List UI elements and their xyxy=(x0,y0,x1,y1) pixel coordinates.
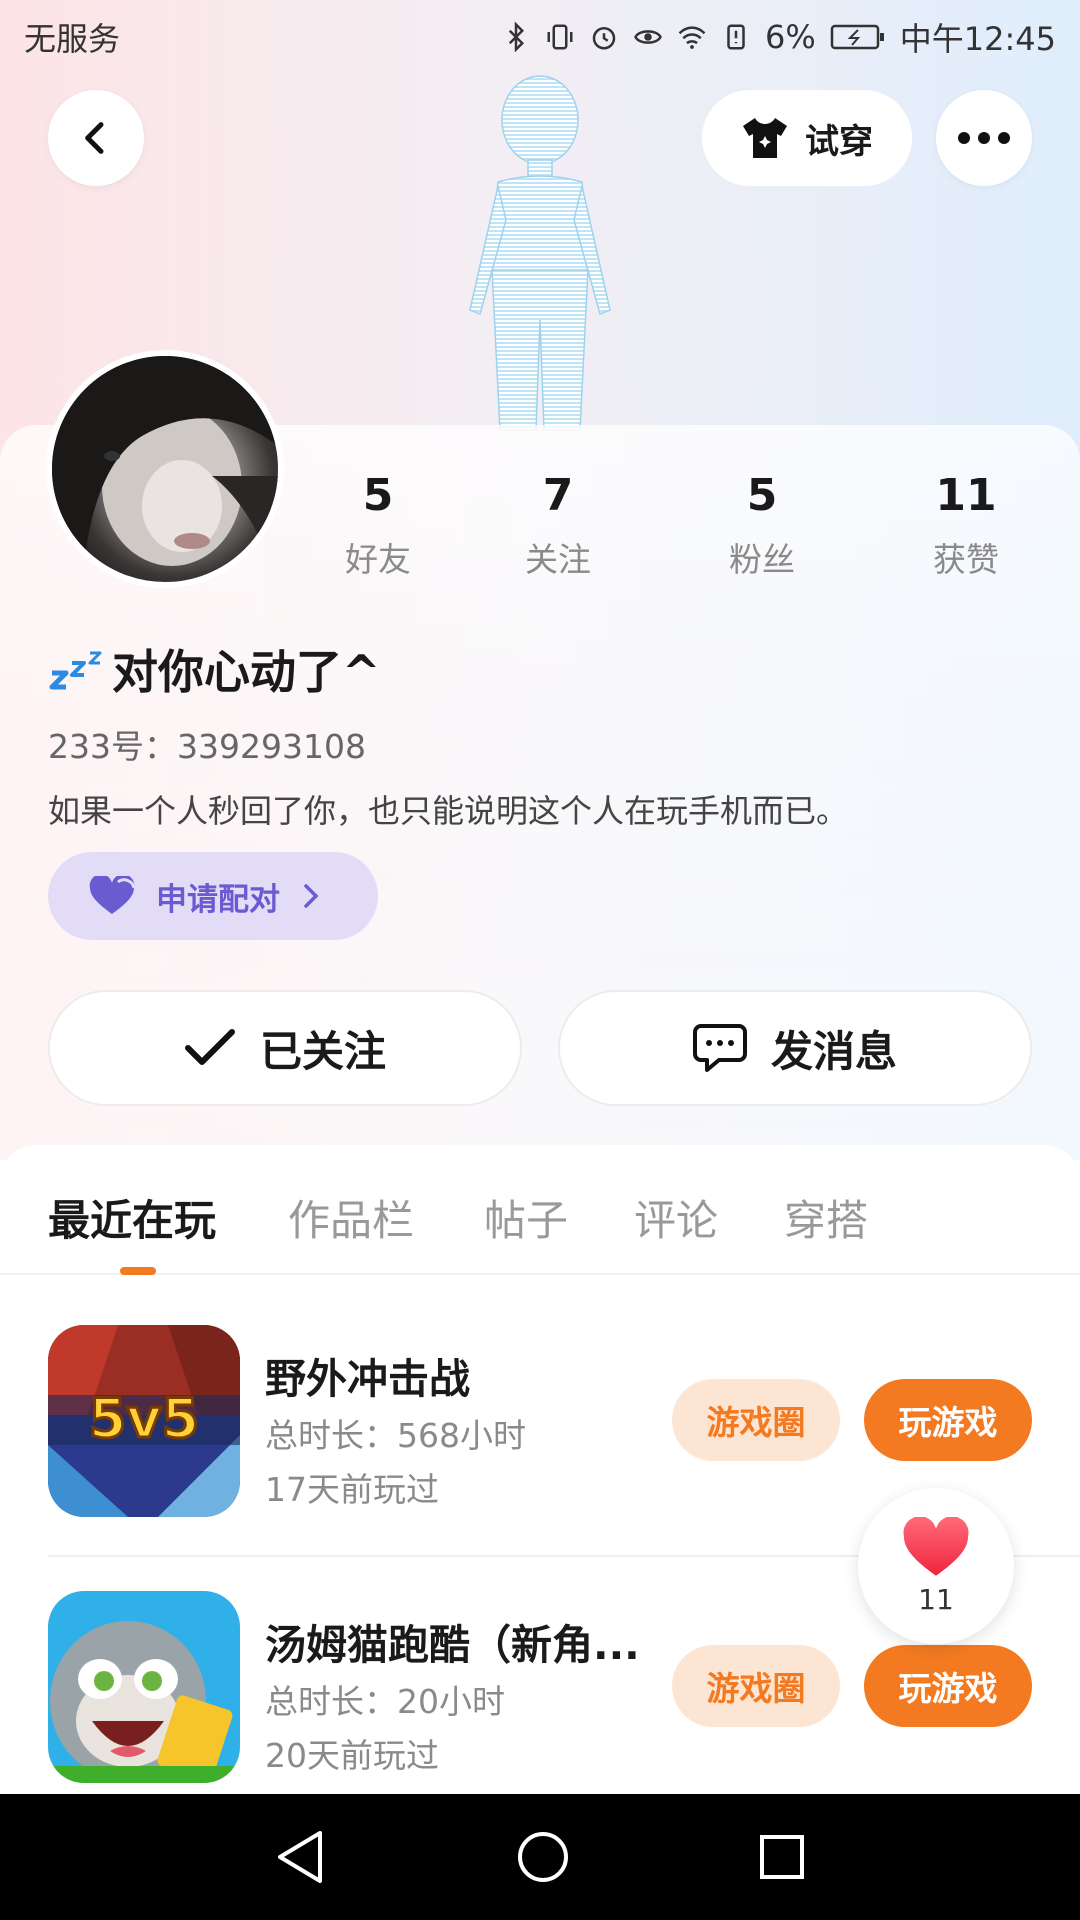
stat-label: 获赞 xyxy=(933,540,999,579)
message-button[interactable]: 发消息 xyxy=(558,990,1032,1106)
avatar-3d-figure xyxy=(469,75,611,430)
followed-button[interactable]: 已关注 xyxy=(48,990,522,1106)
stat-value: 11 xyxy=(935,470,997,521)
heart-icon xyxy=(903,1516,969,1576)
stat-fans[interactable]: 5 粉丝 xyxy=(682,470,842,581)
tab-recent-play[interactable]: 最近在玩 xyxy=(48,1187,216,1248)
stat-value: 5 xyxy=(362,470,394,521)
tab-works[interactable]: 作品栏 xyxy=(288,1187,414,1248)
stat-label: 粉丝 xyxy=(729,540,795,579)
game-icon: 5v5 xyxy=(48,1325,240,1517)
message-label: 发消息 xyxy=(770,1026,897,1076)
check-icon xyxy=(184,1029,235,1065)
tab-comments[interactable]: 评论 xyxy=(634,1187,718,1248)
bluetooth-icon xyxy=(508,22,525,52)
stat-value: 5 xyxy=(746,470,778,521)
back-button[interactable] xyxy=(48,90,144,186)
game-last-played: 17天前玩过 xyxy=(265,1470,439,1509)
more-dots-icon xyxy=(958,132,1010,144)
stat-label: 关注 xyxy=(525,540,591,579)
game-icon xyxy=(48,1591,240,1783)
battery-icon xyxy=(830,24,884,50)
game-icon-text: 5v5 xyxy=(89,1387,199,1450)
game-icon-art: 5v5 xyxy=(48,1325,240,1517)
nickname: 对你心动了^ xyxy=(48,636,381,702)
system-nav-bar xyxy=(0,1794,1080,1920)
wifi-icon xyxy=(678,26,706,49)
clock: 中午12:45 xyxy=(899,20,1056,58)
game-duration: 总时长：568小时 xyxy=(265,1416,526,1455)
game-duration: 总时长：20小时 xyxy=(265,1682,505,1721)
tab-bar: 最近在玩 作品栏 帖子 评论 穿搭 xyxy=(0,1145,1080,1275)
home-circle-icon[interactable] xyxy=(515,1829,571,1885)
recents-square-icon[interactable] xyxy=(758,1833,806,1881)
nickname-text: 对你心动了^ xyxy=(112,645,381,699)
tshirt-icon xyxy=(743,118,787,158)
play-game-button[interactable]: 玩游戏 xyxy=(864,1645,1032,1727)
heart-icon xyxy=(89,876,136,914)
eye-icon xyxy=(634,30,662,44)
stat-likes[interactable]: 11 获赞 xyxy=(886,470,1046,581)
game-icon-art xyxy=(48,1591,240,1783)
play-game-button[interactable]: 玩游戏 xyxy=(864,1379,1032,1461)
try-on-button[interactable]: 试穿 xyxy=(702,90,912,186)
status-icons: 6% 中午12:45 xyxy=(501,14,1056,60)
stats-row: 5 好友 7 关注 5 粉丝 11 获赞 xyxy=(0,470,1080,580)
chat-bubble-icon xyxy=(692,1024,747,1072)
battery-percent: 6% xyxy=(765,18,816,56)
carrier-text: 无服务 xyxy=(24,20,121,58)
sleep-zzz-icon xyxy=(49,651,102,690)
followed-label: 已关注 xyxy=(259,1026,386,1076)
status-bar: 无服务 6% 中午12:45 xyxy=(0,0,1080,74)
game-circle-button[interactable]: 游戏圈 xyxy=(672,1645,840,1727)
bio: 如果一个人秒回了你，也只能说明这个人在玩手机而已。 xyxy=(48,792,849,830)
game-title: 汤姆猫跑酷（新角... xyxy=(265,1621,640,1669)
user-id: 233号：339293108 xyxy=(48,727,366,766)
apply-pair-button[interactable]: 申请配对 xyxy=(48,852,378,940)
game-title: 野外冲击战 xyxy=(265,1355,470,1403)
vibrate-icon xyxy=(547,24,573,50)
chevron-left-icon xyxy=(85,122,104,154)
try-on-label: 试穿 xyxy=(805,121,873,162)
tab-active-indicator xyxy=(120,1267,156,1275)
sim-alert-icon xyxy=(727,24,745,50)
tab-posts[interactable]: 帖子 xyxy=(484,1187,568,1248)
stat-following[interactable]: 7 关注 xyxy=(478,470,638,581)
stat-value: 7 xyxy=(542,470,574,521)
game-last-played: 20天前玩过 xyxy=(265,1736,439,1775)
more-button[interactable] xyxy=(936,90,1032,186)
alarm-icon xyxy=(592,27,616,50)
stat-label: 好友 xyxy=(345,540,411,579)
back-triangle-icon[interactable] xyxy=(274,1829,328,1885)
stat-friends[interactable]: 5 好友 xyxy=(298,470,458,581)
chevron-right-icon xyxy=(304,884,319,908)
like-floating-button[interactable]: 11 xyxy=(858,1488,1014,1644)
tab-outfits[interactable]: 穿搭 xyxy=(784,1187,868,1248)
apply-pair-label: 申请配对 xyxy=(156,881,280,918)
game-circle-button[interactable]: 游戏圈 xyxy=(672,1379,840,1461)
like-count: 11 xyxy=(918,1582,954,1616)
